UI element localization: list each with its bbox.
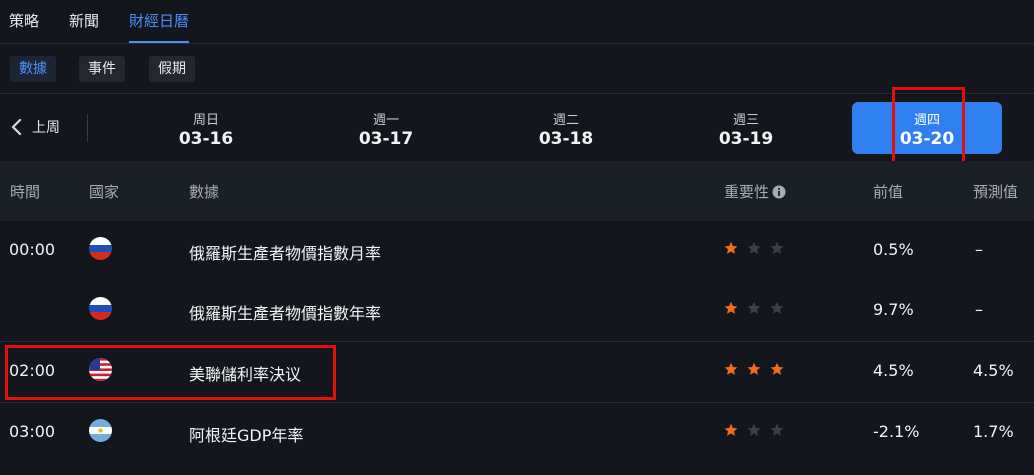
col-forecast: 預測值 [973,183,1019,201]
subtab-holidays[interactable]: 假期 [149,56,195,82]
subtab-data[interactable]: 數據 [10,56,56,82]
row-previous: 0.5% [873,240,914,259]
star-icon [724,362,738,375]
star-icon [747,423,761,436]
day-name: 週三 [732,113,759,128]
row-time: 03:00 [9,422,56,441]
sub-tab-bar: 數據 事件 假期 [0,44,1034,94]
star-icon [770,362,784,375]
day-selector: 上周 周日 03-16 週一 03-17 週二 03-18 週三 03-19 週… [0,94,1034,160]
star-icon [747,301,761,314]
day-name: 周日 [192,113,219,128]
argentina-flag-icon [89,419,112,442]
star-icon [724,301,738,314]
russia-flag-icon [89,237,112,260]
row-indicator-name[interactable]: 阿根廷GDP年率 [189,422,303,446]
day-wednesday[interactable]: 週三 03-19 [671,102,821,154]
top-tab-bar: 策略 新聞 財經日曆 [0,0,1034,44]
importance-stars [724,301,784,315]
row-time: 00:00 [9,240,56,259]
info-icon[interactable] [772,185,786,203]
col-time: 時間 [10,183,41,201]
importance-stars [724,423,784,437]
row-forecast: 1.7% [973,422,1014,441]
row-indicator-name[interactable]: 美聯儲利率決议 [189,361,301,385]
day-thursday[interactable]: 週四 03-20 [852,102,1002,154]
col-data: 數據 [189,183,220,201]
star-icon [770,423,784,436]
row-forecast: 4.5% [973,361,1014,380]
day-name: 週一 [372,113,399,128]
col-importance-label: 重要性 [724,183,770,201]
tab-economic-calendar[interactable]: 財經日曆 [129,10,189,31]
day-date: 03-16 [178,129,234,149]
col-previous: 前值 [873,183,904,201]
day-monday[interactable]: 週一 03-17 [311,102,461,154]
star-icon [747,362,761,375]
day-sunday[interactable]: 周日 03-16 [131,102,281,154]
prev-week-label: 上周 [32,120,60,136]
active-tab-indicator [129,41,189,43]
day-date: 03-18 [538,129,594,149]
importance-stars [724,362,784,376]
row-forecast: – [975,240,983,259]
row-time: 02:00 [9,361,56,380]
row-indicator-name[interactable]: 俄羅斯生產者物價指數月率 [189,240,381,264]
table-row[interactable]: 俄羅斯生產者物價指數年率 9.7% – [0,281,1034,341]
day-name: 週四 [913,113,940,128]
usa-flag-icon [89,358,112,381]
day-name: 週二 [552,113,579,128]
star-icon [724,241,738,254]
table-row[interactable]: 02:00 美聯儲利率決议 4.5% 4.5% [0,341,1034,401]
russia-flag-icon [89,297,112,320]
row-indicator-name[interactable]: 俄羅斯生產者物價指數年率 [189,300,381,324]
row-forecast: – [975,300,983,319]
tab-strategy[interactable]: 策略 [9,10,39,31]
star-icon [770,301,784,314]
table-header: 時間 國家 數據 重要性 前值 預測值 [0,161,1034,221]
prev-week-button[interactable]: 上周 [10,116,60,138]
star-icon [747,241,761,254]
row-previous: 9.7% [873,300,914,319]
star-icon [770,241,784,254]
subtab-events[interactable]: 事件 [79,56,125,82]
table-row[interactable]: 03:00 阿根廷GDP年率 -2.1% 1.7% [0,402,1034,462]
divider [87,114,88,142]
day-date: 03-20 [899,129,955,149]
tab-news[interactable]: 新聞 [69,10,99,31]
table-row[interactable]: 00:00 俄羅斯生產者物價指數月率 0.5% – [0,221,1034,281]
day-date: 03-19 [718,129,774,149]
col-importance: 重要性 [724,181,786,203]
col-country: 國家 [89,183,120,201]
row-previous: 4.5% [873,361,914,380]
row-previous: -2.1% [873,422,920,441]
star-icon [724,423,738,436]
day-date: 03-17 [358,129,414,149]
chevron-left-icon [10,118,22,136]
importance-stars [724,241,784,255]
day-tuesday[interactable]: 週二 03-18 [491,102,641,154]
